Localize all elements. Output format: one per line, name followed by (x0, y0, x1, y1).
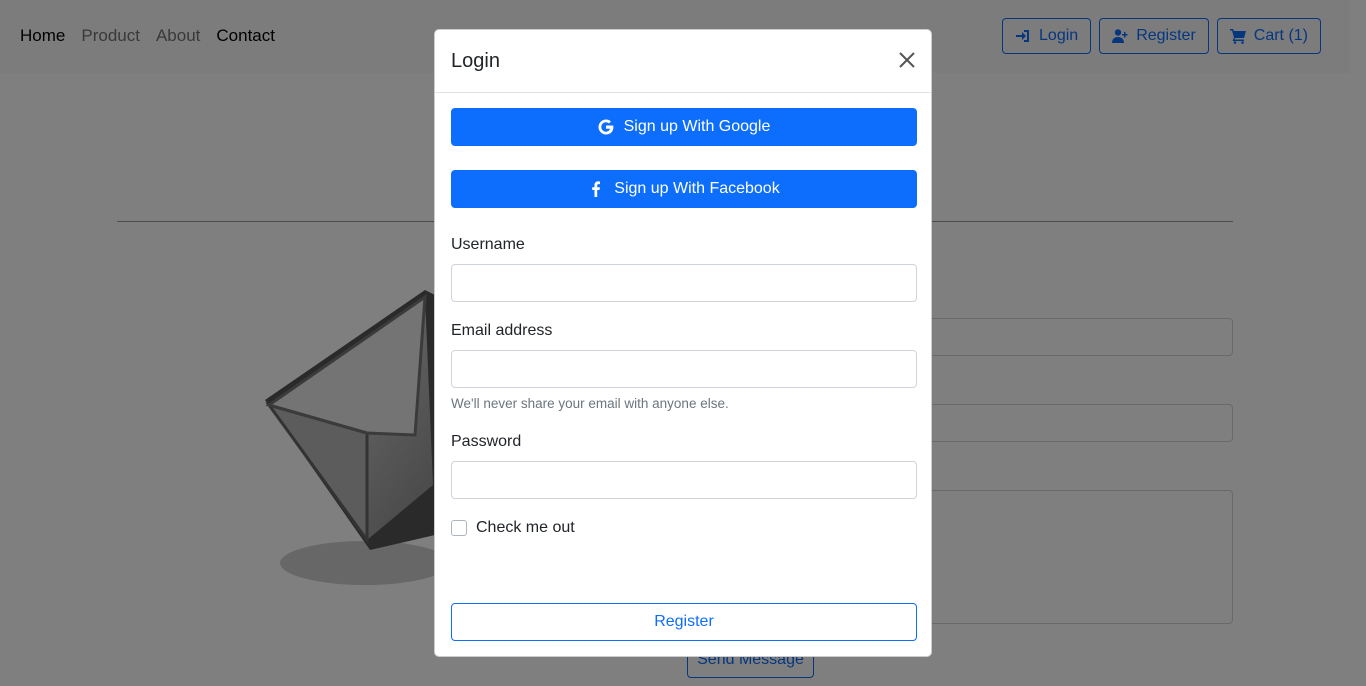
close-icon (899, 52, 915, 68)
facebook-icon (592, 181, 601, 197)
google-signup-label: Sign up With Google (623, 118, 771, 135)
google-signup-button[interactable]: Sign up With Google (451, 108, 917, 146)
email-label: Email address (451, 322, 553, 339)
password-label: Password (451, 433, 522, 450)
check-me-out-row: Check me out (451, 519, 575, 537)
login-modal: Login Sign up With Google Sign up With F… (434, 29, 932, 657)
close-button[interactable] (897, 50, 917, 70)
facebook-signup-button[interactable]: Sign up With Facebook (451, 170, 917, 208)
email-input[interactable] (451, 350, 917, 388)
modal-title: Login (451, 50, 500, 72)
check-me-out-label[interactable]: Check me out (476, 519, 575, 537)
modal-header: Login (435, 30, 931, 93)
check-me-out-checkbox[interactable] (451, 520, 467, 536)
facebook-signup-label: Sign up With Facebook (614, 180, 780, 197)
username-label: Username (451, 236, 525, 253)
username-input[interactable] (451, 264, 917, 302)
email-help-text: We'll never share your email with anyone… (451, 396, 729, 411)
password-input[interactable] (451, 461, 917, 499)
google-icon (598, 119, 614, 135)
register-submit-button[interactable]: Register (451, 603, 917, 641)
